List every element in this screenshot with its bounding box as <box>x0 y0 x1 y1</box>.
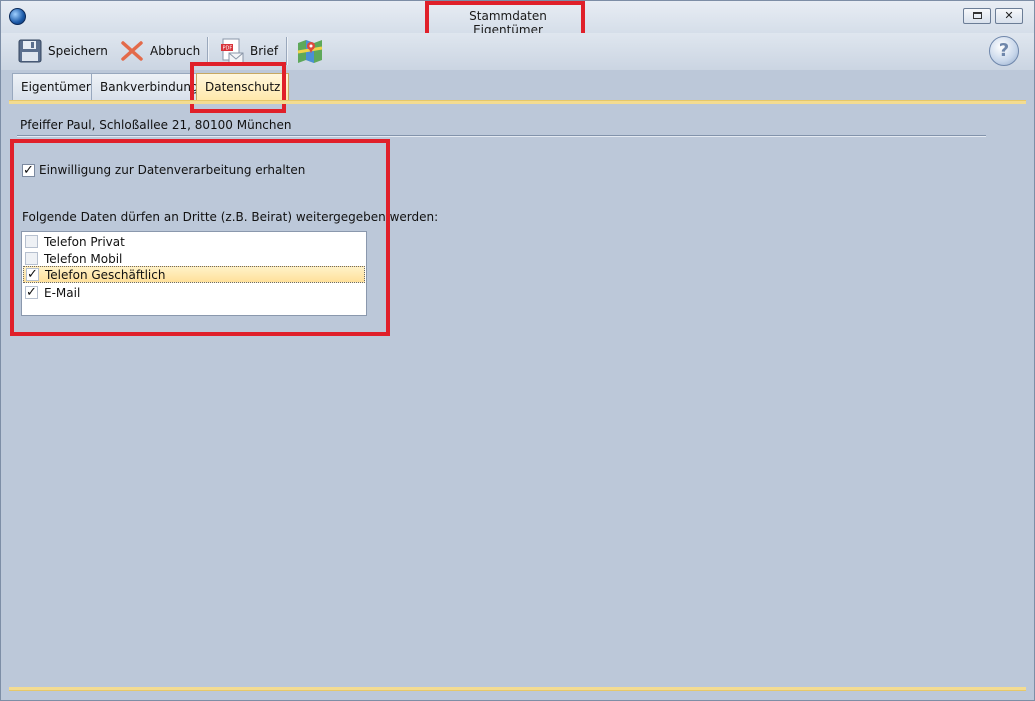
privacy-highlight-box <box>10 139 390 336</box>
save-label: Speichern <box>48 44 108 58</box>
cancel-label: Abbruch <box>150 44 201 58</box>
owner-separator <box>17 135 986 136</box>
tab-panel-top-border <box>9 100 1026 104</box>
map-icon <box>297 40 323 63</box>
tab-bar: Eigentümer Bankverbindung Datenschutz <box>1 70 1034 102</box>
tab-panel-bottom-border <box>9 687 1026 691</box>
tab-highlight-box <box>190 62 286 113</box>
letter-label: Brief <box>250 44 279 58</box>
toolbar-separator <box>207 37 208 65</box>
owner-summary: Pfeiffer Paul, Schloßallee 21, 80100 Mün… <box>20 118 292 132</box>
app-icon[interactable] <box>9 8 26 25</box>
cancel-x-icon <box>121 41 143 61</box>
restore-button[interactable] <box>963 8 991 24</box>
save-button[interactable]: Speichern <box>17 36 108 66</box>
restore-icon <box>972 12 982 19</box>
svg-text:PDF: PDF <box>223 46 233 52</box>
cancel-button[interactable]: Abbruch <box>119 36 200 66</box>
map-button[interactable] <box>297 36 328 66</box>
app-window: Stammdaten Eigentümer ✕ Speichern Abbruc… <box>0 0 1035 701</box>
close-button[interactable]: ✕ <box>995 8 1023 24</box>
tab-eigentuemer[interactable]: Eigentümer <box>12 73 100 101</box>
toolbar: Speichern Abbruch PDF Brief ? <box>1 33 1034 70</box>
help-icon[interactable]: ? <box>989 36 1019 66</box>
floppy-disk-icon <box>18 39 42 63</box>
close-icon: ✕ <box>1004 9 1014 22</box>
pdf-letter-icon: PDF <box>221 38 244 64</box>
toolbar-separator <box>286 37 287 65</box>
